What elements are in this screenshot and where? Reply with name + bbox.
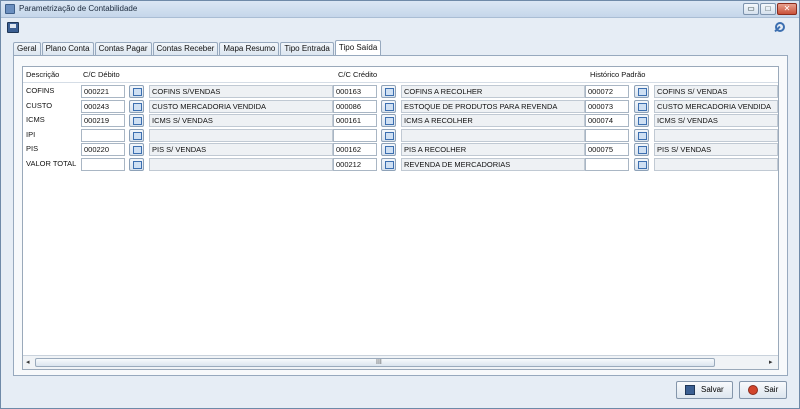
credit-code-field[interactable]: 000086 xyxy=(333,99,377,113)
debit-account-name xyxy=(149,157,333,171)
history-name: CUSTO MERCADORIA VENDIDA xyxy=(654,99,778,113)
history-lookup-button[interactable] xyxy=(634,85,649,98)
credit-code-field[interactable]: 000161 xyxy=(333,114,377,127)
scroll-right-icon[interactable]: ▸ xyxy=(769,358,773,366)
history-lookup-button[interactable] xyxy=(634,157,649,171)
credit-code-field[interactable]: 000163 xyxy=(333,85,377,98)
credit-lookup-button[interactable] xyxy=(381,114,396,127)
credit-account-name: REVENDA DE MERCADORIAS xyxy=(401,157,585,171)
header-debito: C/C Débito xyxy=(83,70,120,79)
restore-button[interactable]: □ xyxy=(760,3,776,15)
tab-bar: Geral Plano Conta Contas Pagar Contas Re… xyxy=(13,40,382,56)
tab-mapa-resumo[interactable]: Mapa Resumo xyxy=(219,42,280,55)
history-name: ICMS S/ VENDAS xyxy=(654,114,778,127)
history-code-field[interactable]: 000075 xyxy=(585,143,629,156)
title-bar: Parametrização de Contabilidade ▭ □ ✕ xyxy=(1,1,799,18)
credit-code-field[interactable]: 000162 xyxy=(333,143,377,156)
debit-account-name: PIS S/ VENDAS xyxy=(149,143,333,156)
toolbar xyxy=(1,18,799,38)
history-code-field[interactable]: 000074 xyxy=(585,114,629,127)
tab-panel: Descrição C/C Débito C/C Crédito Históri… xyxy=(13,55,788,376)
debit-lookup-button[interactable] xyxy=(129,157,144,171)
tab-contas-pagar[interactable]: Contas Pagar xyxy=(94,42,152,55)
floppy-icon xyxy=(685,385,695,395)
history-code-field[interactable]: 000072 xyxy=(585,85,629,98)
debit-lookup-button[interactable] xyxy=(129,99,144,113)
credit-account-name: PIS A RECOLHER xyxy=(401,143,585,156)
credit-lookup-button[interactable] xyxy=(381,143,396,156)
accounting-grid: Descrição C/C Débito C/C Crédito Históri… xyxy=(22,66,779,370)
row-description: ICMS xyxy=(26,115,45,124)
debit-account-name: CUSTO MERCADORIA VENDIDA xyxy=(149,99,333,113)
debit-lookup-button[interactable] xyxy=(129,143,144,156)
close-button[interactable]: ✕ xyxy=(777,3,797,15)
scroll-thumb[interactable]: III xyxy=(35,358,715,367)
credit-code-field[interactable] xyxy=(333,128,377,142)
scroll-grip: III xyxy=(376,359,382,366)
row-description: COFINS xyxy=(26,86,55,95)
tab-geral[interactable]: Geral xyxy=(13,42,41,55)
credit-account-name xyxy=(401,128,585,142)
history-lookup-button[interactable] xyxy=(634,143,649,156)
history-name xyxy=(654,128,778,142)
exit-button[interactable]: Sair xyxy=(739,381,787,399)
row-description: CUSTO xyxy=(26,100,53,110)
debit-lookup-button[interactable] xyxy=(129,128,144,142)
credit-account-name: ESTOQUE DE PRODUTOS PARA REVENDA xyxy=(401,99,585,113)
app-window: Parametrização de Contabilidade ▭ □ ✕ Ge… xyxy=(0,0,800,409)
save-button-label: Salvar xyxy=(701,385,724,394)
credit-lookup-button[interactable] xyxy=(381,157,396,171)
debit-account-name xyxy=(149,128,333,142)
credit-account-name: COFINS A RECOLHER xyxy=(401,85,585,98)
minimize-button[interactable]: ▭ xyxy=(743,3,759,15)
debit-code-field[interactable]: 000219 xyxy=(81,114,125,127)
debit-code-field[interactable] xyxy=(81,128,125,142)
tab-plano-conta[interactable]: Plano Conta xyxy=(41,42,94,55)
header-descricao: Descrição xyxy=(26,70,60,79)
debit-code-field[interactable]: 000243 xyxy=(81,99,125,113)
header-divider xyxy=(23,82,778,83)
window-title: Parametrização de Contabilidade xyxy=(19,4,138,13)
key-icon[interactable] xyxy=(773,22,785,34)
debit-code-field[interactable]: 000221 xyxy=(81,85,125,98)
credit-lookup-button[interactable] xyxy=(381,85,396,98)
save-icon[interactable] xyxy=(7,22,19,33)
header-historico: Histórico Padrão xyxy=(590,70,646,79)
credit-account-name: ICMS A RECOLHER xyxy=(401,114,585,127)
tab-tipo-entrada[interactable]: Tipo Entrada xyxy=(280,42,334,55)
debit-code-field[interactable] xyxy=(81,157,125,171)
debit-account-name: ICMS S/ VENDAS xyxy=(149,114,333,127)
credit-lookup-button[interactable] xyxy=(381,99,396,113)
tab-contas-receber[interactable]: Contas Receber xyxy=(152,42,219,55)
row-description: VALOR TOTAL xyxy=(26,158,77,168)
credit-code-field[interactable]: 000212 xyxy=(333,157,377,171)
history-lookup-button[interactable] xyxy=(634,128,649,142)
scroll-left-icon[interactable]: ◂ xyxy=(26,358,30,366)
history-lookup-button[interactable] xyxy=(634,99,649,113)
history-code-field[interactable]: 000073 xyxy=(585,99,629,113)
history-name: PIS S/ VENDAS xyxy=(654,143,778,156)
horizontal-scrollbar[interactable]: ◂ III ▸ xyxy=(23,355,778,369)
history-lookup-button[interactable] xyxy=(634,114,649,127)
debit-lookup-button[interactable] xyxy=(129,114,144,127)
history-code-field[interactable] xyxy=(585,157,629,171)
history-code-field[interactable] xyxy=(585,128,629,142)
debit-code-field[interactable]: 000220 xyxy=(81,143,125,156)
debit-account-name: COFINS S/VENDAS xyxy=(149,85,333,98)
app-icon xyxy=(5,4,15,14)
exit-button-label: Sair xyxy=(764,385,779,394)
row-description: IPI xyxy=(26,129,36,139)
tab-tipo-saida[interactable]: Tipo Saída xyxy=(334,40,382,55)
debit-lookup-button[interactable] xyxy=(129,85,144,98)
history-name: COFINS S/ VENDAS xyxy=(654,85,778,98)
header-credito: C/C Crédito xyxy=(338,70,378,79)
history-name xyxy=(654,157,778,171)
save-button[interactable]: Salvar xyxy=(676,381,733,399)
row-description: PIS xyxy=(26,144,39,153)
exit-icon xyxy=(748,385,758,395)
credit-lookup-button[interactable] xyxy=(381,128,396,142)
